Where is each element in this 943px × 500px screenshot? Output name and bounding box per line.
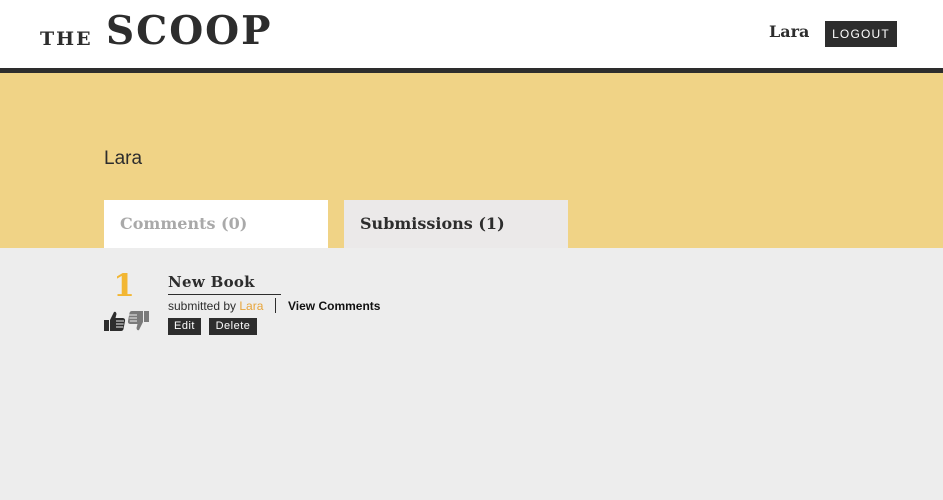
submitted-by-label: submitted by: [168, 299, 240, 313]
submission-title[interactable]: New Book: [168, 273, 255, 291]
nav-username[interactable]: Lara: [769, 22, 809, 41]
logout-button[interactable]: LOGOUT: [825, 21, 897, 47]
title-underline: [168, 294, 281, 295]
delete-button[interactable]: Delete: [209, 318, 257, 335]
edit-button[interactable]: Edit: [168, 318, 201, 335]
profile-name: Lara: [104, 148, 143, 169]
thumbs-down-icon[interactable]: [127, 310, 149, 332]
vote-count: 1: [113, 268, 135, 304]
top-nav-bar: THE SCOOP Lara LOGOUT: [0, 0, 943, 68]
view-comments-link[interactable]: View Comments: [288, 299, 380, 313]
meta-separator: [275, 298, 276, 313]
logo-scoop-text[interactable]: SCOOP: [106, 8, 272, 54]
logo-the-text[interactable]: THE: [40, 28, 93, 50]
thumbs-up-icon[interactable]: [104, 310, 126, 332]
submission-meta: submitted by Lara: [168, 299, 263, 313]
tab-submissions[interactable]: Submissions (1): [344, 200, 568, 248]
author-link[interactable]: Lara: [239, 299, 263, 313]
tab-comments[interactable]: Comments (0): [104, 200, 328, 248]
